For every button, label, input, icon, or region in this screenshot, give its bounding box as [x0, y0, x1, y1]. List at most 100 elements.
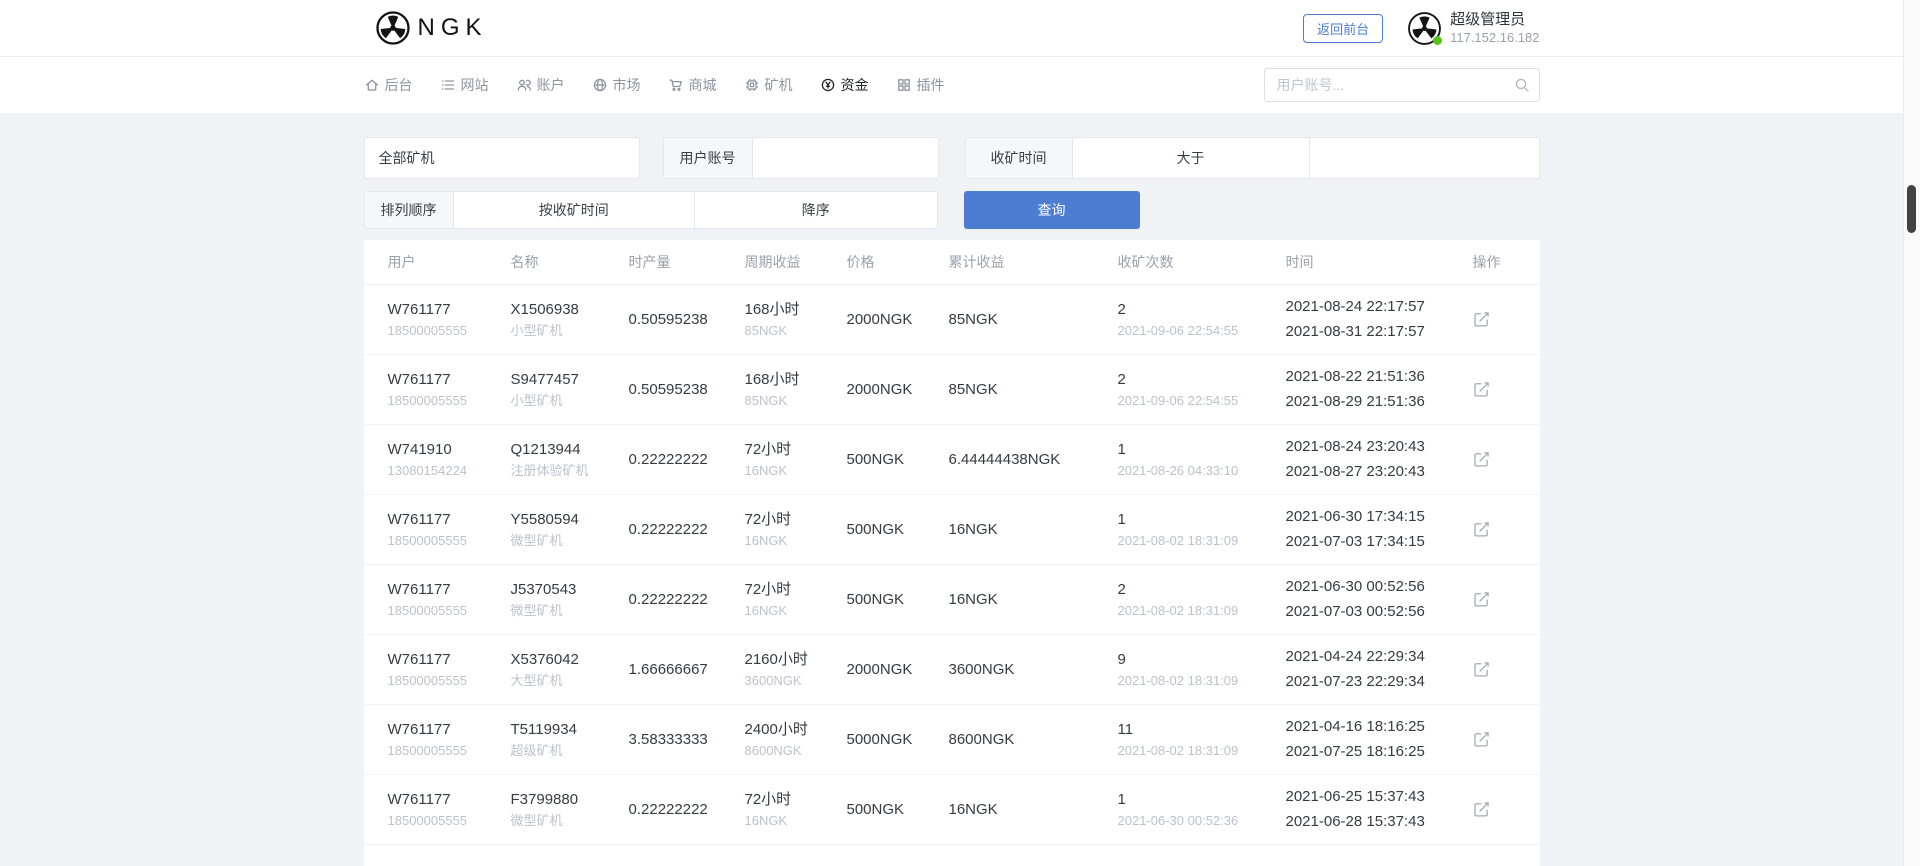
miner-type-select[interactable]: 全部矿机	[364, 137, 640, 179]
miner-type: 大型矿机	[511, 673, 629, 689]
user-phone: 18500005555	[388, 673, 511, 689]
edit-icon[interactable]	[1473, 661, 1490, 678]
last-collect-time: 2021-08-02 18:31:09	[1118, 743, 1286, 759]
cycle-hours: 168小时	[745, 370, 847, 390]
user-phone: 18500005555	[388, 813, 511, 829]
user-phone: 18500005555	[388, 603, 511, 619]
miner-type: 小型矿机	[511, 323, 629, 339]
last-collect-time: 2021-08-02 18:31:09	[1118, 603, 1286, 619]
col-hourly: 时产量	[629, 252, 745, 272]
nav-item-label: 后台	[385, 75, 413, 95]
total-yield: 85NGK	[949, 380, 1118, 400]
miner-name: S9477457	[511, 370, 629, 390]
user-id: W761177	[388, 370, 511, 390]
filter-row-1: 全部矿机 用户账号 收矿时间 大于	[364, 137, 1540, 179]
hourly-output: 3.58333333	[629, 730, 745, 750]
miner-type: 微型矿机	[511, 533, 629, 549]
nav-item-funds[interactable]: 资金	[820, 75, 869, 95]
table-row: W76117718500005555 T5119934超级矿机 3.583333…	[364, 705, 1540, 775]
nav-item-plugin[interactable]: 插件	[896, 75, 945, 95]
nav-item-miner[interactable]: 矿机	[744, 75, 793, 95]
ngk-logo-icon	[376, 11, 410, 45]
nav-items: 后台 网站 账户 市场 商城 矿机 资金 插件	[364, 75, 945, 95]
edit-icon[interactable]	[1473, 591, 1490, 608]
price: 5000NGK	[847, 730, 949, 750]
table-header: 用户 名称 时产量 周期收益 价格 累计收益 收矿次数 时间 操作	[364, 240, 1540, 285]
nav-item-site[interactable]: 网站	[440, 75, 489, 95]
cycle-hours: 2400小时	[745, 720, 847, 740]
user-id: W761177	[388, 510, 511, 530]
edit-icon[interactable]	[1473, 731, 1490, 748]
nav-item-market[interactable]: 市场	[592, 75, 641, 95]
nav-item-mall[interactable]: 商城	[668, 75, 717, 95]
admin-profile[interactable]: 超级管理员 117.152.16.182	[1408, 11, 1539, 46]
price: 2000NGK	[847, 310, 949, 330]
search-input[interactable]	[1264, 68, 1540, 102]
last-collect-time: 2021-09-06 22:54:55	[1118, 323, 1286, 339]
price: 500NGK	[847, 450, 949, 470]
cycle-yield: 85NGK	[745, 323, 847, 339]
scrollbar-thumb[interactable]	[1907, 185, 1916, 233]
col-cycle-yield: 周期收益	[745, 252, 847, 272]
col-time: 时间	[1286, 252, 1473, 272]
miner-icon	[744, 77, 760, 93]
miner-name: X5376042	[511, 650, 629, 670]
start-time: 2021-06-30 00:52:56	[1286, 576, 1473, 598]
user-id: W761177	[388, 580, 511, 600]
last-collect-time: 2021-06-30 00:52:36	[1118, 813, 1286, 829]
last-collect-time: 2021-09-06 22:54:55	[1118, 393, 1286, 409]
scrollbar-track[interactable]	[1903, 0, 1920, 866]
query-button[interactable]: 查询	[964, 191, 1140, 229]
miner-name: J5370543	[511, 580, 629, 600]
user-phone: 13080154224	[388, 463, 511, 479]
edit-icon[interactable]	[1473, 451, 1490, 468]
end-time: 2021-08-29 21:51:36	[1286, 391, 1473, 413]
user-phone: 18500005555	[388, 533, 511, 549]
nav-item-label: 矿机	[765, 75, 793, 95]
user-account-filter: 用户账号	[663, 137, 939, 179]
user-phone: 18500005555	[388, 393, 511, 409]
sort-label: 排列顺序	[365, 192, 454, 228]
start-time: 2021-08-24 23:20:43	[1286, 436, 1473, 458]
sort-filter: 排列顺序 按收矿时间 降序	[364, 191, 938, 229]
col-user: 用户	[388, 252, 511, 272]
price: 500NGK	[847, 520, 949, 540]
price: 2000NGK	[847, 380, 949, 400]
miner-type: 微型矿机	[511, 813, 629, 829]
miner-name: Y5580594	[511, 510, 629, 530]
end-time: 2021-08-27 23:20:43	[1286, 461, 1473, 483]
price: 2000NGK	[847, 660, 949, 680]
user-id: W761177	[388, 300, 511, 320]
table-row: W761177 W6842791 72小时 1 2021-06-18 19:41…	[364, 845, 1540, 866]
end-time: 2021-07-03 17:34:15	[1286, 531, 1473, 553]
edit-icon[interactable]	[1473, 521, 1490, 538]
collect-count: 1	[1118, 510, 1286, 530]
miner-name: Q1213944	[511, 440, 629, 460]
search-icon[interactable]	[1514, 77, 1530, 93]
cycle-yield: 16NGK	[745, 463, 847, 479]
cycle-hours: 168小时	[745, 300, 847, 320]
nav-item-home[interactable]: 后台	[364, 75, 413, 95]
user-phone: 18500005555	[388, 323, 511, 339]
sort-order-select[interactable]: 降序	[695, 192, 937, 228]
sort-field-select[interactable]: 按收矿时间	[454, 192, 695, 228]
nav-item-label: 网站	[461, 75, 489, 95]
comparator-select[interactable]: 大于	[1073, 138, 1309, 178]
collect-count: 2	[1118, 370, 1286, 390]
hourly-output: 1.66666667	[629, 660, 745, 680]
admin-ip: 117.152.16.182	[1450, 30, 1539, 46]
hourly-output: 0.50595238	[629, 380, 745, 400]
hourly-output: 0.22222222	[629, 800, 745, 820]
back-to-front-button[interactable]: 返回前台	[1303, 14, 1383, 43]
nav-item-users[interactable]: 账户	[516, 75, 565, 95]
user-account-input[interactable]	[753, 138, 939, 178]
last-collect-time: 2021-08-02 18:31:09	[1118, 673, 1286, 689]
nav-item-label: 商城	[689, 75, 717, 95]
edit-icon[interactable]	[1473, 381, 1490, 398]
edit-icon[interactable]	[1473, 311, 1490, 328]
table-row: W76117718500005555 J5370543微型矿机 0.222222…	[364, 565, 1540, 635]
cycle-yield: 16NGK	[745, 533, 847, 549]
edit-icon[interactable]	[1473, 801, 1490, 818]
funds-icon	[820, 77, 836, 93]
collect-time-input[interactable]	[1310, 138, 1539, 178]
